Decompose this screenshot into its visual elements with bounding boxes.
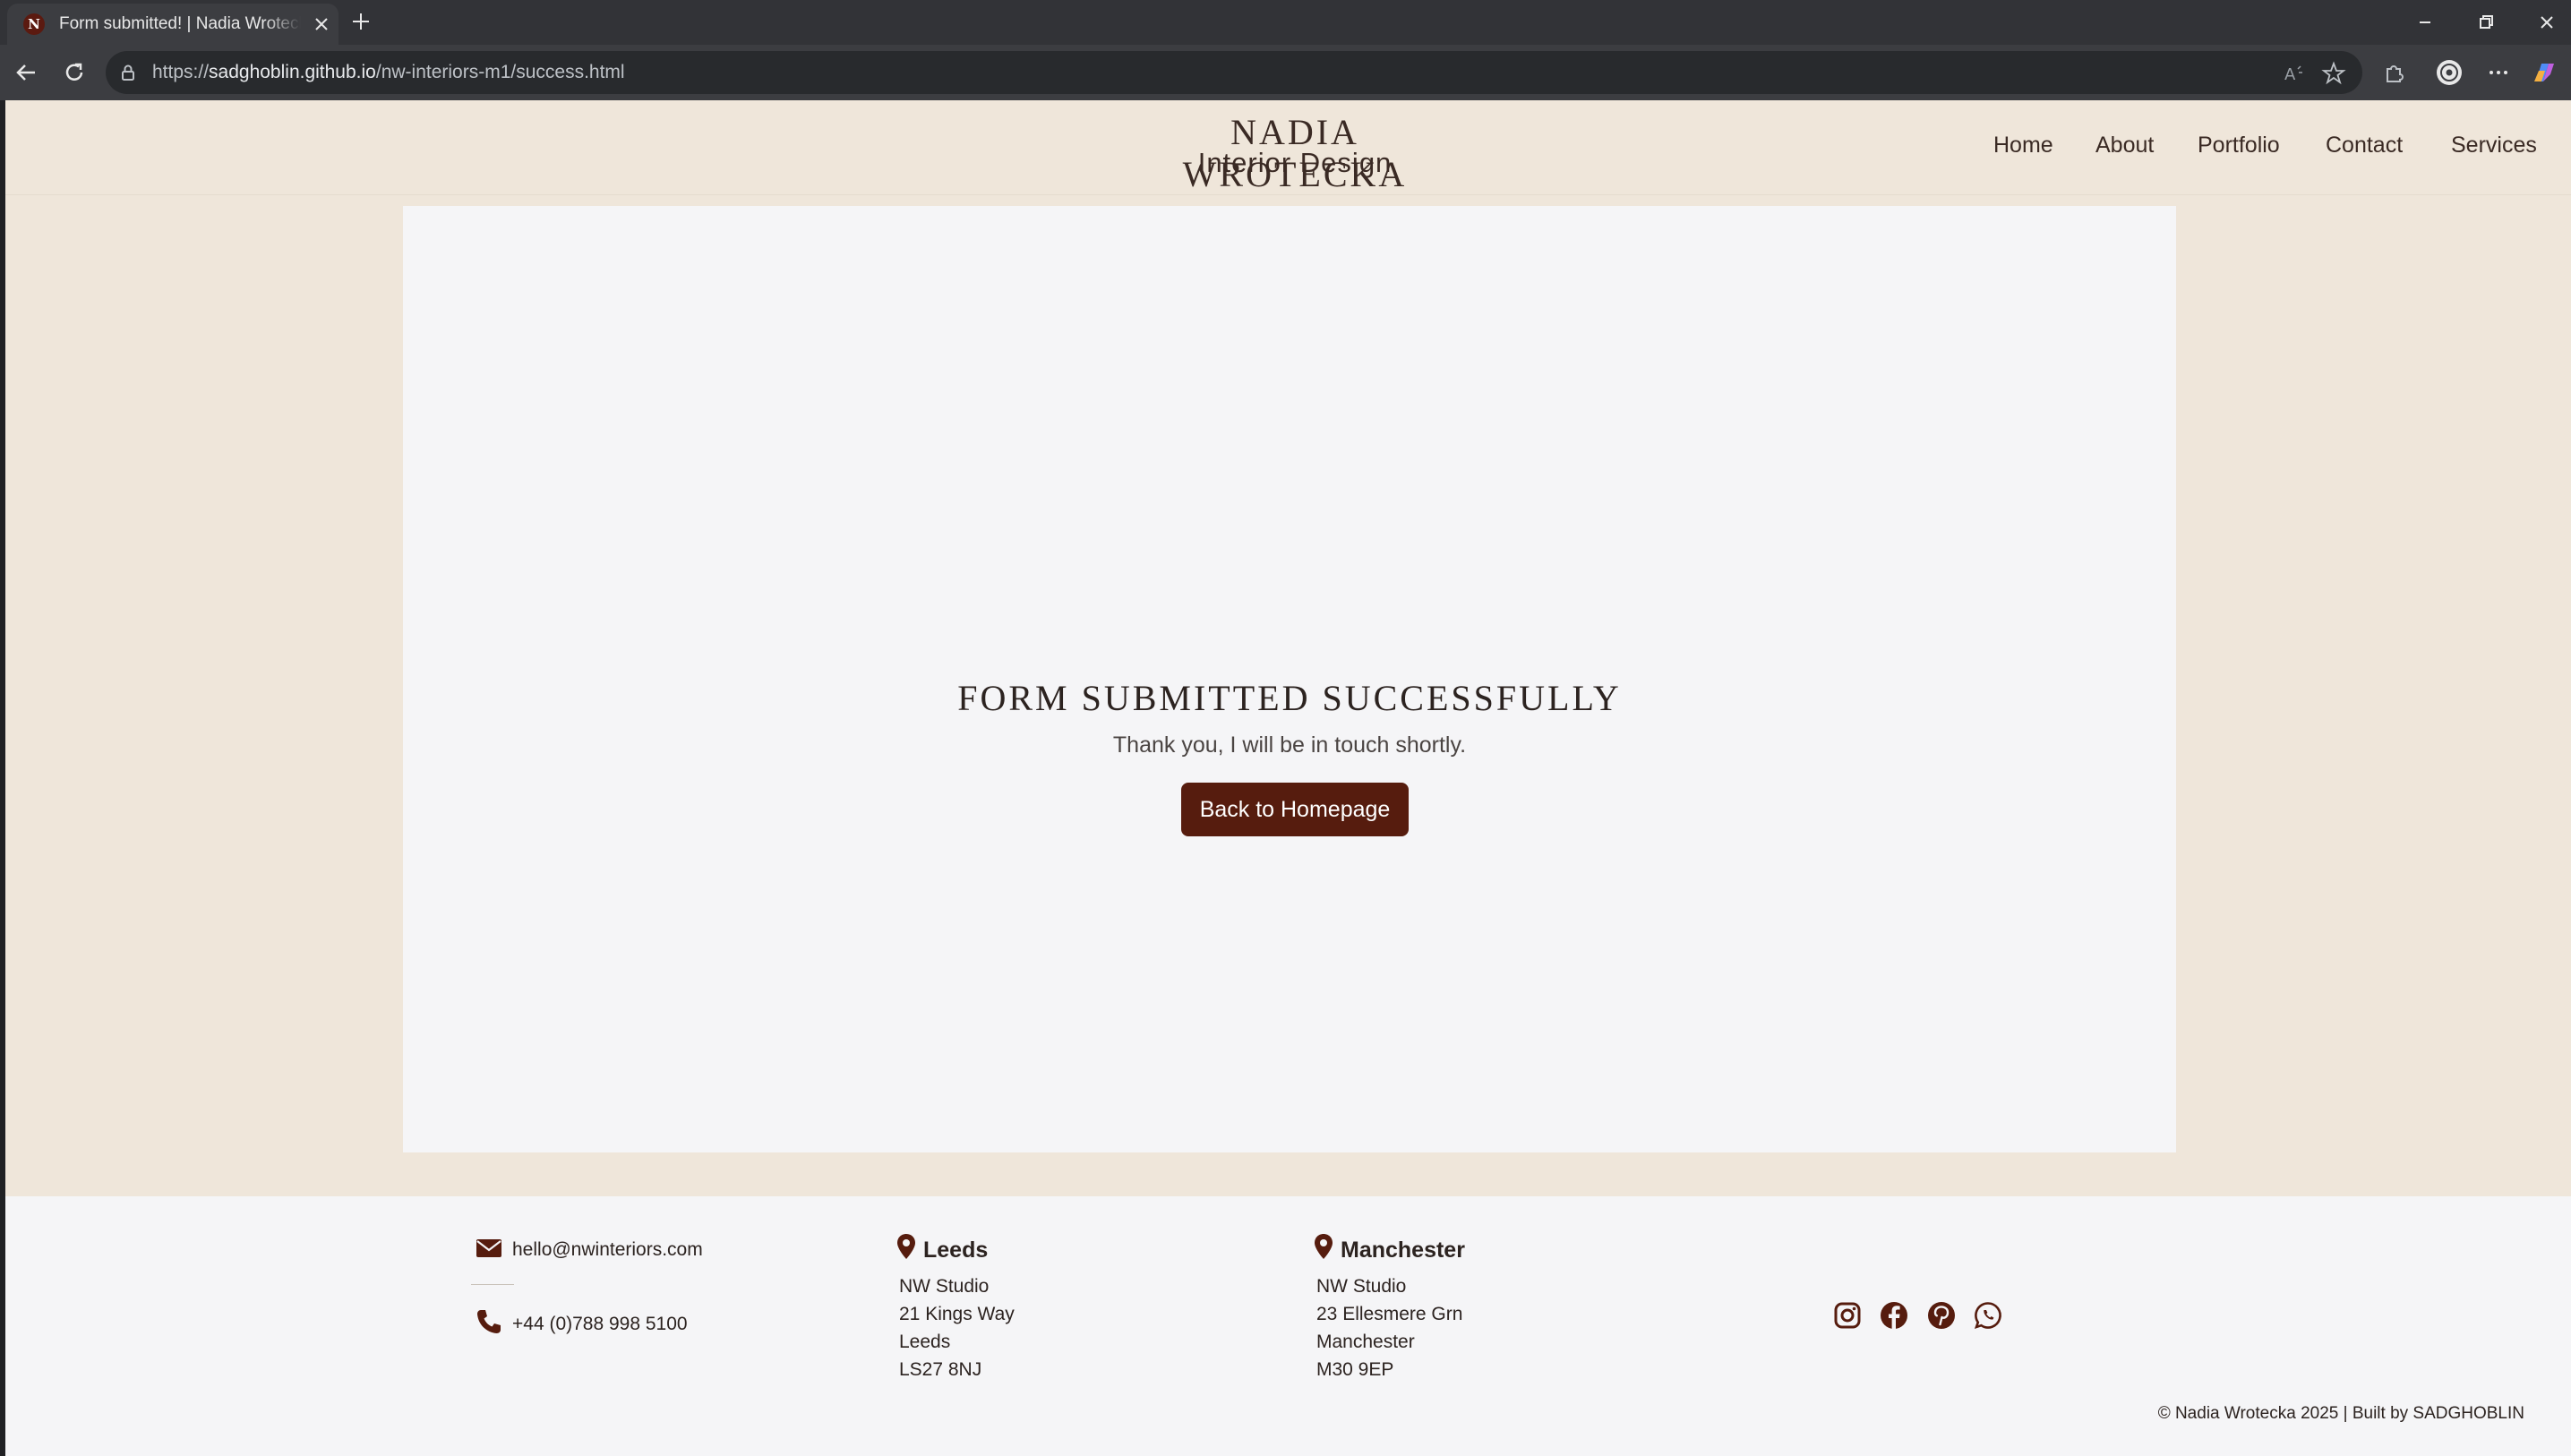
site-favicon: N: [23, 13, 45, 35]
url-text: https://sadghoblin.github.io/nw-interior…: [152, 62, 625, 82]
address-line: 21 Kings Way: [899, 1304, 1015, 1324]
address-line: Leeds: [899, 1332, 951, 1352]
address-line: NW Studio: [1316, 1276, 1407, 1297]
address-line: M30 9EP: [1316, 1359, 1394, 1380]
instagram-icon[interactable]: [1832, 1300, 1863, 1331]
address-line: 23 Ellesmere Grn: [1316, 1304, 1463, 1324]
phone-icon: [477, 1310, 501, 1333]
profile-avatar-icon[interactable]: [2435, 58, 2464, 87]
success-message: Thank you, I will be in touch shortly.: [1112, 732, 1467, 758]
address-line: NW Studio: [899, 1276, 990, 1297]
copyright: © Nadia Wrotecka 2025 | Built by SADGHOB…: [2157, 1404, 2524, 1423]
brand-subtitle: Interior Design: [1197, 147, 1393, 178]
site-header: NADIA WROTECKA Interior Design Home Abou…: [5, 100, 2571, 195]
address-line: Manchester: [1316, 1332, 1415, 1352]
pinterest-icon[interactable]: [1926, 1300, 1957, 1331]
browser-tab-strip: N Form submitted! | Nadia Wrotecka: [0, 0, 2571, 45]
browser-toolbar: https://sadghoblin.github.io/nw-interior…: [0, 45, 2571, 100]
nav-portfolio[interactable]: Portfolio: [2198, 133, 2280, 158]
favorite-star-icon[interactable]: [2321, 61, 2346, 86]
lock-icon[interactable]: [118, 63, 138, 82]
close-window-icon[interactable]: [2531, 7, 2563, 38]
svg-text:A: A: [2284, 65, 2296, 84]
map-pin-icon: [1315, 1234, 1333, 1259]
site-footer: hello@nwinteriors.com +44 (0)788 998 510…: [5, 1196, 2571, 1456]
facebook-icon[interactable]: [1879, 1300, 1909, 1331]
read-aloud-icon[interactable]: A: [2282, 61, 2307, 86]
footer-divider: [471, 1284, 514, 1285]
location-city-leeds: Leeds: [923, 1238, 989, 1263]
back-icon[interactable]: [11, 57, 41, 88]
restore-icon[interactable]: [2470, 7, 2502, 38]
whatsapp-icon[interactable]: [1973, 1300, 2003, 1331]
extensions-icon[interactable]: [2380, 58, 2409, 87]
nav-contact[interactable]: Contact: [2326, 133, 2403, 158]
minimize-icon[interactable]: [2409, 7, 2441, 38]
footer-email[interactable]: hello@nwinteriors.com: [512, 1239, 703, 1261]
page-viewport: NADIA WROTECKA Interior Design Home Abou…: [5, 100, 2571, 1456]
nav-services[interactable]: Services: [2451, 133, 2537, 158]
success-title: FORM SUBMITTED SUCCESSFULLY: [957, 678, 1622, 718]
back-to-homepage-button[interactable]: Back to Homepage: [1181, 783, 1409, 836]
more-menu-icon[interactable]: [2484, 58, 2513, 87]
nav-about[interactable]: About: [2095, 133, 2154, 158]
footer-phone[interactable]: +44 (0)788 998 5100: [512, 1314, 688, 1335]
nav-home[interactable]: Home: [1993, 133, 2053, 158]
new-tab-icon[interactable]: [347, 8, 374, 35]
close-tab-icon[interactable]: [310, 13, 333, 36]
reload-icon[interactable]: [59, 57, 90, 88]
tab-title: Form submitted! | Nadia Wrotecka: [59, 14, 301, 33]
success-card: FORM SUBMITTED SUCCESSFULLY Thank you, I…: [403, 206, 2176, 1152]
browser-tab[interactable]: N Form submitted! | Nadia Wrotecka: [7, 4, 339, 45]
envelope-icon: [476, 1239, 501, 1257]
map-pin-icon: [897, 1234, 915, 1259]
copilot-icon[interactable]: [2531, 58, 2559, 87]
address-bar[interactable]: https://sadghoblin.github.io/nw-interior…: [106, 51, 2362, 94]
address-line: LS27 8NJ: [899, 1359, 982, 1380]
location-city-manchester: Manchester: [1341, 1238, 1465, 1263]
